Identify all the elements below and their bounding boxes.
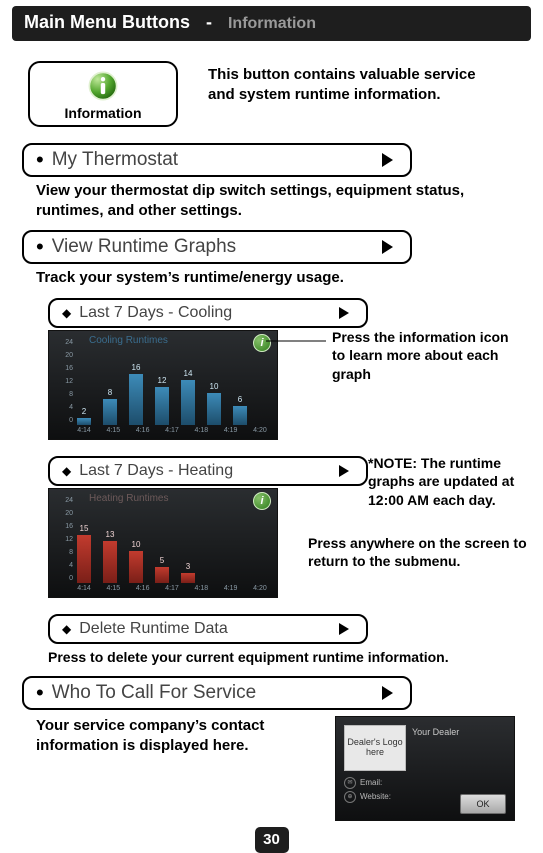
option-label: View Runtime Graphs	[52, 236, 236, 258]
header-title-sub: Information	[228, 15, 316, 32]
chevron-right-icon	[380, 239, 394, 255]
y-axis: 24201612840	[55, 339, 73, 425]
diamond-bullet-icon: ◆	[62, 622, 71, 636]
suboption-delete-desc: Press to delete your current equipment r…	[48, 648, 513, 666]
option-my-thermostat-desc: View your thermostat dip switch settings…	[36, 181, 513, 220]
information-button-label: Information	[42, 105, 164, 121]
globe-icon: ⊕	[344, 791, 356, 803]
dealer-email-row: ✉Email:	[344, 777, 382, 789]
suboption-heating[interactable]: ◆ Last 7 Days - Heating	[48, 456, 368, 486]
chevron-right-icon	[338, 306, 350, 320]
cooling-runtime-graph[interactable]: Cooling Runtimes i 24201612840 281612141…	[48, 330, 278, 440]
option-who-to-call[interactable]: • Who To Call For Service	[22, 676, 412, 710]
bullet-icon: •	[36, 682, 44, 704]
header-separator: -	[196, 12, 222, 32]
callout-press-info: Press the information icon to learn more…	[332, 328, 512, 385]
bar-series-cooling: 28161214106	[77, 349, 267, 425]
chevron-right-icon	[338, 622, 350, 636]
x-axis: 4:144:154:164:174:184:194:20	[77, 427, 267, 437]
chevron-right-icon	[380, 685, 394, 701]
dealer-header: Your Dealer	[412, 727, 459, 737]
graph-title: Cooling Runtimes	[89, 335, 168, 346]
dealer-website-row: ⊕Website:	[344, 791, 391, 803]
info-icon	[42, 69, 164, 103]
heating-runtime-graph[interactable]: Heating Runtimes i 24201612840 15131053 …	[48, 488, 278, 598]
suboption-label: Last 7 Days - Cooling	[79, 304, 232, 322]
suboption-label: Last 7 Days - Heating	[79, 462, 233, 480]
ok-button[interactable]: OK	[460, 794, 506, 814]
page-header: Main Menu Buttons - Information	[12, 6, 531, 41]
option-label: Who To Call For Service	[52, 682, 257, 704]
x-axis: 4:144:154:164:174:184:194:20	[77, 585, 267, 595]
email-icon: ✉	[344, 777, 356, 789]
suboption-delete-runtime[interactable]: ◆ Delete Runtime Data	[48, 614, 368, 644]
intro-row: Information This button contains valuabl…	[28, 61, 527, 127]
bullet-icon: •	[36, 236, 44, 258]
dealer-info-screen[interactable]: Dealer's Logo here Your Dealer ✉Email: ⊕…	[335, 716, 515, 821]
option-view-runtime-graphs[interactable]: • View Runtime Graphs	[22, 230, 412, 264]
option-my-thermostat[interactable]: • My Thermostat	[22, 143, 412, 177]
option-view-runtime-desc: Track your system’s runtime/energy usage…	[36, 268, 513, 288]
information-button[interactable]: Information	[28, 61, 178, 127]
option-label: My Thermostat	[52, 149, 178, 171]
chevron-right-icon	[380, 152, 394, 168]
runtime-update-note: *NOTE: The runtime graphs are updated at…	[368, 454, 543, 511]
bullet-icon: •	[36, 149, 44, 171]
dealer-logo-placeholder: Dealer's Logo here	[344, 725, 406, 771]
diamond-bullet-icon: ◆	[62, 464, 71, 478]
chevron-right-icon	[338, 464, 350, 478]
option-who-to-call-desc: Your service company’s contact informati…	[36, 716, 296, 757]
intro-description: This button contains valuable service an…	[208, 65, 488, 106]
graph-title: Heating Runtimes	[89, 493, 168, 504]
header-title-main: Main Menu Buttons	[24, 12, 190, 32]
page-number: 30	[255, 827, 289, 853]
y-axis: 24201612840	[55, 497, 73, 583]
suboption-label: Delete Runtime Data	[79, 620, 228, 638]
suboption-cooling[interactable]: ◆ Last 7 Days - Cooling	[48, 298, 368, 328]
bar-series-heating: 15131053	[77, 507, 267, 583]
diamond-bullet-icon: ◆	[62, 306, 71, 320]
callout-press-anywhere: Press anywhere on the screen to return t…	[308, 534, 543, 572]
callout-line	[266, 340, 326, 342]
